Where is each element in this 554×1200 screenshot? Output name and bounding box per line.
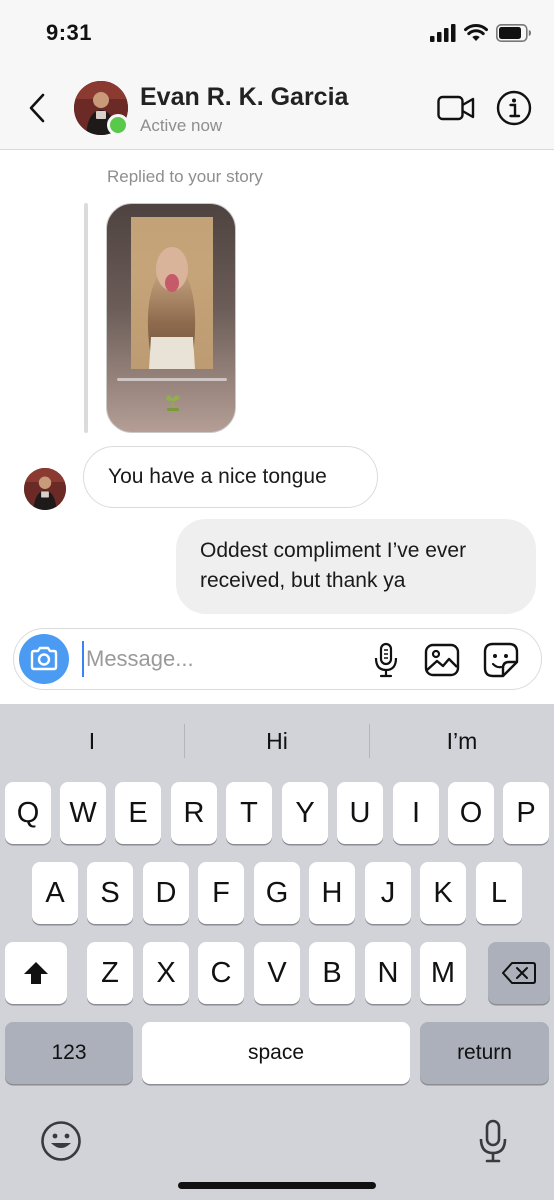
- contact-name[interactable]: Evan R. K. Garcia: [140, 83, 348, 112]
- microphone-icon: [479, 1119, 507, 1163]
- chat-header: Evan R. K. Garcia Active now: [0, 68, 554, 150]
- composer-area: [0, 626, 554, 704]
- key-r[interactable]: R: [171, 782, 217, 844]
- status-time: 9:31: [46, 20, 93, 45]
- suggestion-2[interactable]: Hi: [185, 704, 369, 778]
- story-reply-label: Replied to your story: [107, 167, 263, 186]
- shift-key[interactable]: [5, 942, 67, 1004]
- shift-arrow-icon: [24, 962, 48, 984]
- status-bar: 9:31: [0, 0, 554, 68]
- key-i[interactable]: I: [393, 782, 439, 844]
- back-chevron-icon: [29, 93, 45, 123]
- key-e[interactable]: E: [115, 782, 161, 844]
- microphone-icon: [374, 642, 398, 678]
- camera-icon: [30, 646, 58, 671]
- outgoing-message[interactable]: Oddest compliment I’ve ever received, bu…: [176, 519, 536, 614]
- key-m[interactable]: M: [420, 942, 466, 1004]
- status-icons: [430, 22, 532, 44]
- key-g[interactable]: G: [254, 862, 300, 924]
- gallery-button[interactable]: [422, 641, 462, 679]
- voice-message-button[interactable]: [368, 641, 404, 679]
- emoji-icon: [41, 1121, 81, 1161]
- key-b[interactable]: B: [309, 942, 355, 1004]
- key-j[interactable]: J: [365, 862, 411, 924]
- key-z[interactable]: Z: [87, 942, 133, 1004]
- story-photo: [131, 217, 213, 369]
- info-icon: [496, 90, 532, 126]
- key-d[interactable]: D: [143, 862, 189, 924]
- info-button[interactable]: [496, 90, 532, 126]
- sender-avatar[interactable]: [24, 468, 66, 510]
- key-f[interactable]: F: [198, 862, 244, 924]
- cellular-signal-icon: [430, 24, 456, 42]
- message-thread[interactable]: Replied to your story You have a nice to…: [0, 150, 554, 626]
- story-caption: [117, 378, 227, 381]
- space-key[interactable]: space: [142, 1022, 410, 1084]
- message-input[interactable]: [82, 641, 352, 677]
- battery-icon: [496, 24, 531, 42]
- emoji-button[interactable]: [40, 1120, 82, 1162]
- key-k[interactable]: K: [420, 862, 466, 924]
- dictation-button[interactable]: [476, 1118, 510, 1164]
- key-c[interactable]: C: [198, 942, 244, 1004]
- key-s[interactable]: S: [87, 862, 133, 924]
- key-x[interactable]: X: [143, 942, 189, 1004]
- return-key[interactable]: return: [420, 1022, 549, 1084]
- incoming-message[interactable]: You have a nice tongue: [83, 446, 378, 508]
- key-t[interactable]: T: [226, 782, 272, 844]
- back-button[interactable]: [22, 88, 52, 128]
- key-o[interactable]: O: [448, 782, 494, 844]
- key-n[interactable]: N: [365, 942, 411, 1004]
- sticker-icon: [483, 642, 519, 678]
- backspace-key[interactable]: [488, 942, 550, 1004]
- video-camera-icon: [437, 95, 475, 121]
- key-v[interactable]: V: [254, 942, 300, 1004]
- home-indicator[interactable]: [178, 1182, 376, 1189]
- plant-sticker-icon: [166, 395, 180, 412]
- key-q[interactable]: Q: [5, 782, 51, 844]
- camera-button[interactable]: [19, 634, 69, 684]
- image-icon: [424, 643, 460, 677]
- message-composer: [13, 628, 542, 690]
- key-h[interactable]: H: [309, 862, 355, 924]
- story-image-icon: [131, 217, 213, 369]
- contact-status: Active now: [140, 116, 223, 135]
- wifi-icon: [464, 24, 488, 41]
- sticker-button[interactable]: [481, 641, 521, 679]
- keyboard: I Hi I’m Q W E R T Y U I O P A S D F G H…: [0, 704, 554, 1200]
- key-p[interactable]: P: [503, 782, 549, 844]
- key-a[interactable]: A: [32, 862, 78, 924]
- key-y[interactable]: Y: [282, 782, 328, 844]
- key-u[interactable]: U: [337, 782, 383, 844]
- backspace-icon: [502, 962, 536, 984]
- numbers-key[interactable]: 123: [5, 1022, 133, 1084]
- suggestion-1[interactable]: I: [0, 704, 184, 778]
- video-call-button[interactable]: [436, 90, 476, 126]
- predictive-bar: I Hi I’m: [0, 704, 554, 778]
- key-l[interactable]: L: [476, 862, 522, 924]
- key-w[interactable]: W: [60, 782, 106, 844]
- online-indicator: [107, 114, 129, 136]
- reply-quote-line: [84, 203, 88, 433]
- profile-photo-icon: [24, 468, 66, 510]
- suggestion-3[interactable]: I’m: [370, 704, 554, 778]
- story-thumbnail[interactable]: [106, 203, 236, 433]
